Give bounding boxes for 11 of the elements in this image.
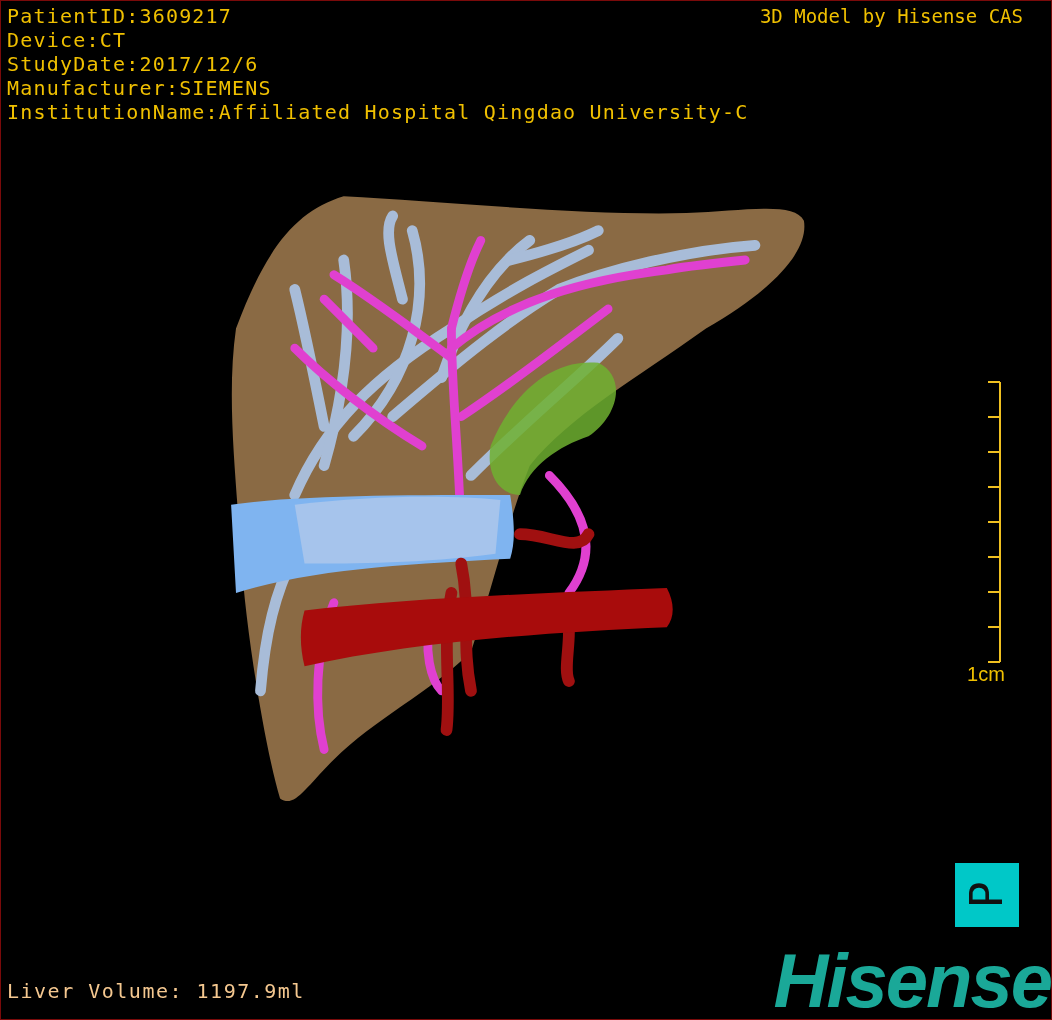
liver-volume-text: Liver Volume: 1197.9ml [7, 979, 305, 1003]
model-title: 3D Model by Hisense CAS [759, 4, 1023, 28]
info-text: StudyDate:2017/12/6 [7, 52, 259, 76]
info-text: Manufacturer:SIEMENS [7, 76, 272, 100]
scale-label: 1cm [967, 663, 1005, 685]
info-text: PatientID:3609217 [7, 4, 233, 28]
info-text: Device:CT [7, 28, 127, 52]
info-text: InstitutionName:Affiliated Hospital Qingdao University-C [7, 100, 749, 124]
brand-logo: Hisense [773, 949, 1051, 1013]
orientation-marker: P [955, 863, 1019, 927]
scale-ruler-icon [986, 381, 1002, 663]
